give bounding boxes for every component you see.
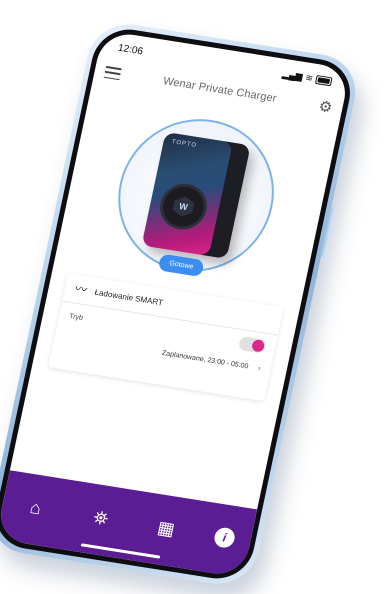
wifi-icon: ≋ [304,71,315,83]
phone-device: 12:06 ▂▄▆ ≋ Wenar Private Charger ⚙ TOPT… [0,18,363,590]
status-icons: ▂▄▆ ≋ [281,68,333,87]
smart-charge-icon: 〰 [73,281,89,298]
map-pin-icon[interactable]: ⛯ [81,499,122,538]
mode-label: Tryb [68,312,84,322]
smart-charging-toggle[interactable] [237,335,267,354]
charger-brand: TOPTO [171,139,198,149]
app-title: Wenar Private Charger [161,75,278,105]
charger-image: TOPTO W [141,131,251,259]
home-icon[interactable]: ⌂ [15,488,56,527]
toggle-knob [250,338,266,353]
smart-charging-card: 〰 Ładowanie SMART Tryb Zaplanowane, 23:0… [48,273,284,402]
menu-icon[interactable] [103,65,122,81]
battery-icon [314,74,333,86]
qr-code-icon[interactable]: ▦ [146,509,187,548]
chevron-right-icon: › [257,365,262,373]
app-screen: 12:06 ▂▄▆ ≋ Wenar Private Charger ⚙ TOPT… [0,30,351,578]
gear-icon[interactable]: ⚙ [317,97,334,116]
status-time: 12:06 [116,42,145,57]
charger-logo-icon: W [172,195,196,218]
signal-icon: ▂▄▆ [281,68,304,82]
smart-charging-title: Ładowanie SMART [93,287,164,307]
charger-hero: TOPTO W [103,108,289,283]
info-icon[interactable]: i [212,526,237,549]
charger-socket: W [155,180,212,233]
stage: 12:06 ▂▄▆ ≋ Wenar Private Charger ⚙ TOPT… [0,0,390,594]
